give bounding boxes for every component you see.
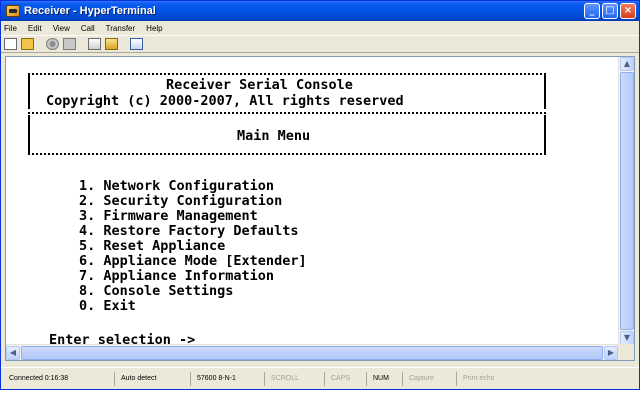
menu-option-firmware: 3. Firmware Management [79, 208, 258, 224]
menu-edit[interactable]: Edit [28, 24, 42, 33]
scroll-left-icon[interactable]: ◀ [6, 346, 20, 360]
window-title: Receiver - HyperTerminal [24, 5, 156, 17]
terminal-screen[interactable]: Receiver Serial Console Copyright (c) 20… [6, 57, 618, 345]
open-icon[interactable] [21, 38, 34, 50]
title-bar[interactable]: Receiver - HyperTerminal _ □ × [1, 1, 639, 21]
main-menu-title: Main Menu [237, 128, 311, 144]
menu-file[interactable]: File [4, 24, 17, 33]
disconnect-icon[interactable] [63, 38, 76, 50]
new-icon[interactable] [4, 38, 17, 50]
status-caps: CAPS [327, 371, 367, 386]
box-bottom-border [28, 153, 546, 155]
scroll-down-icon[interactable]: ▼ [620, 331, 634, 345]
box-left-edge [28, 75, 30, 109]
menu-transfer[interactable]: Transfer [106, 24, 136, 33]
menu-option-security: 2. Security Configuration [79, 193, 283, 209]
connect-icon[interactable] [46, 38, 59, 50]
send-icon[interactable] [88, 38, 101, 50]
status-bar: Connected 0:16:38 Auto detect 57600 8-N-… [1, 367, 639, 389]
box-right-edge [544, 75, 546, 109]
menu-option-network: 1. Network Configuration [79, 178, 275, 194]
hyperterminal-app-icon [6, 5, 20, 17]
window-controls: _ □ × [584, 3, 636, 19]
menu-help[interactable]: Help [146, 24, 162, 33]
box-middle-border [28, 112, 546, 114]
menu-option-reset: 5. Reset Appliance [79, 238, 226, 254]
menu-bar: File Edit View Call Transfer Help [1, 21, 639, 35]
scroll-up-icon[interactable]: ▲ [620, 57, 634, 71]
status-scroll: SCROLL [267, 371, 325, 386]
box-right-edge-lower [544, 115, 546, 153]
scroll-right-icon[interactable]: ▶ [604, 346, 618, 360]
status-detect: Auto detect [117, 371, 191, 386]
console-copyright: Copyright (c) 2000-2007, All rights rese… [46, 93, 404, 109]
status-settings: 57600 8-N-1 [193, 371, 265, 386]
status-connected: Connected 0:16:38 [5, 371, 115, 386]
status-capture: Capture [405, 371, 457, 386]
menu-view[interactable]: View [53, 24, 70, 33]
menu-option-exit: 0. Exit [79, 298, 136, 314]
vertical-scroll-thumb[interactable] [620, 72, 634, 330]
horizontal-scroll-thumb[interactable] [21, 346, 603, 360]
status-print-echo: Print echo [463, 374, 495, 382]
horizontal-scrollbar[interactable]: ◀ ▶ [6, 344, 618, 360]
toolbar [1, 35, 639, 53]
menu-option-console: 8. Console Settings [79, 283, 234, 299]
close-button[interactable]: × [620, 3, 636, 19]
maximize-button[interactable]: □ [602, 3, 618, 19]
menu-option-info: 7. Appliance Information [79, 268, 275, 284]
properties-icon[interactable] [130, 38, 143, 50]
minimize-button[interactable]: _ [584, 3, 600, 19]
box-top-border [28, 73, 546, 75]
terminal-frame: Receiver Serial Console Copyright (c) 20… [5, 56, 635, 361]
menu-option-restore: 4. Restore Factory Defaults [79, 223, 299, 239]
menu-option-mode: 6. Appliance Mode [Extender] [79, 253, 307, 269]
status-num: NUM [369, 371, 403, 386]
box-left-edge-lower [28, 115, 30, 153]
hyperterminal-window: Receiver - HyperTerminal _ □ × File Edit… [0, 0, 640, 390]
receive-icon[interactable] [105, 38, 118, 50]
scroll-corner [618, 344, 634, 360]
vertical-scrollbar[interactable]: ▲ ▼ [618, 57, 634, 345]
menu-call[interactable]: Call [81, 24, 95, 33]
console-title: Receiver Serial Console [166, 77, 353, 93]
